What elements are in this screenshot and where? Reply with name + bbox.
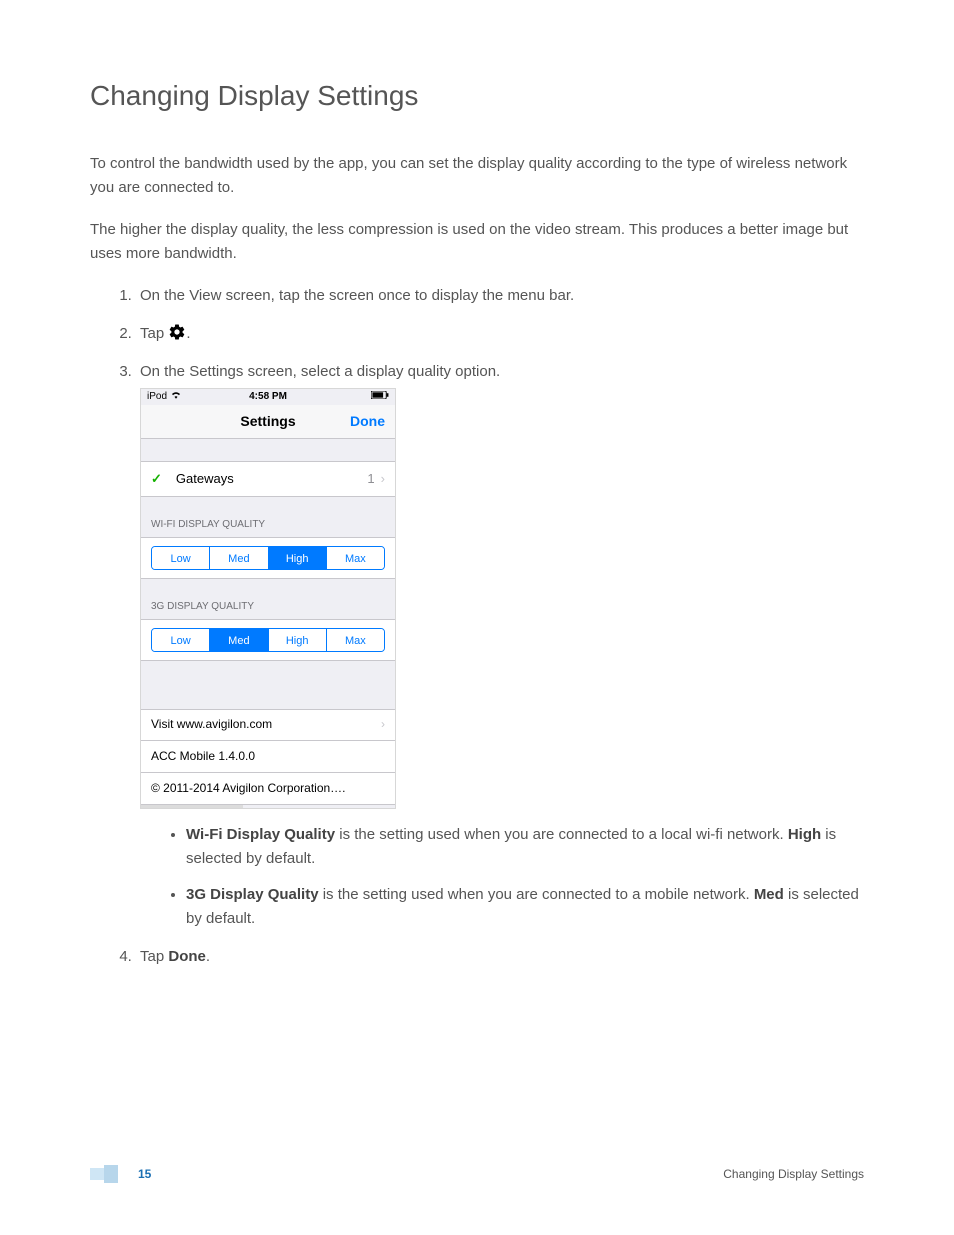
step-4-bold: Done <box>168 948 206 965</box>
bullet-wifi-mid: is the setting used when you are connect… <box>335 826 788 843</box>
g3-segment-wrap: Low Med High Max <box>141 619 395 661</box>
paragraph-1: To control the bandwidth used by the app… <box>90 152 864 200</box>
step-3-text: On the Settings screen, select a display… <box>140 363 500 380</box>
wifi-quality-header: WI-FI DISPLAY QUALITY <box>141 497 395 537</box>
gateways-row[interactable]: ✓ Gateways 1 › <box>141 461 395 497</box>
check-icon: ✓ <box>151 469 162 490</box>
page-number: 15 <box>138 1167 151 1181</box>
g3-seg-med[interactable]: Med <box>210 629 268 651</box>
bullet-3g-bold: 3G Display Quality <box>186 886 319 903</box>
wifi-seg-high[interactable]: High <box>269 547 327 569</box>
bullet-3g: 3G Display Quality is the setting used w… <box>186 883 864 931</box>
copyright-row: © 2011-2014 Avigilon Corporation…. <box>141 773 395 805</box>
steps-list: On the View screen, tap the screen once … <box>90 284 864 969</box>
wifi-icon <box>171 389 181 405</box>
step-1: On the View screen, tap the screen once … <box>136 284 864 308</box>
wifi-seg-med[interactable]: Med <box>210 547 268 569</box>
g3-seg-high[interactable]: High <box>269 629 327 651</box>
footer-decoration-icon <box>90 1165 118 1183</box>
g3-seg-max[interactable]: Max <box>327 629 384 651</box>
footer-section-title: Changing Display Settings <box>723 1167 864 1181</box>
step-3: On the Settings screen, select a display… <box>136 360 864 931</box>
battery-icon <box>371 389 389 405</box>
step-4: Tap Done. <box>136 945 864 969</box>
quality-bullets: Wi-Fi Display Quality is the setting use… <box>140 823 864 931</box>
chevron-right-icon: › <box>381 715 385 734</box>
gateways-count: 1 <box>367 469 374 490</box>
status-carrier: iPod <box>147 389 167 405</box>
document-page: Changing Display Settings To control the… <box>0 0 954 969</box>
page-title: Changing Display Settings <box>90 80 864 112</box>
visit-row[interactable]: Visit www.avigilon.com › <box>141 709 395 741</box>
gateways-label: Gateways <box>176 469 368 490</box>
step-2-prefix: Tap <box>140 325 168 342</box>
nav-bar: Settings Done <box>141 405 395 439</box>
step-4-suffix: . <box>206 948 210 965</box>
wifi-quality-segment: Low Med High Max <box>151 546 385 570</box>
status-bar: iPod 4:58 PM <box>141 389 395 405</box>
version-label: ACC Mobile 1.4.0.0 <box>151 747 385 766</box>
page-footer: 15 Changing Display Settings <box>0 1165 954 1183</box>
bullet-wifi-bold: Wi-Fi Display Quality <box>186 826 335 843</box>
bullet-3g-bold2: Med <box>754 886 784 903</box>
status-time: 4:58 PM <box>228 389 309 405</box>
nav-title: Settings <box>141 410 395 432</box>
step-2: Tap . <box>136 322 864 346</box>
scroll-indicator <box>141 805 243 808</box>
phone-settings-mock: iPod 4:58 PM Settings Done ✓ Gateways <box>140 388 396 809</box>
g3-quality-segment: Low Med High Max <box>151 628 385 652</box>
bullet-3g-mid: is the setting used when you are connect… <box>319 886 754 903</box>
wifi-seg-max[interactable]: Max <box>327 547 384 569</box>
step-2-suffix: . <box>186 325 190 342</box>
chevron-right-icon: › <box>381 469 385 490</box>
g3-quality-header: 3G DISPLAY QUALITY <box>141 579 395 619</box>
phone-footer-rows: Visit www.avigilon.com › ACC Mobile 1.4.… <box>141 709 395 805</box>
visit-label: Visit www.avigilon.com <box>151 715 381 734</box>
wifi-segment-wrap: Low Med High Max <box>141 537 395 579</box>
paragraph-2: The higher the display quality, the less… <box>90 218 864 266</box>
version-row: ACC Mobile 1.4.0.0 <box>141 741 395 773</box>
bullet-wifi-bold2: High <box>788 826 821 843</box>
g3-seg-low[interactable]: Low <box>152 629 210 651</box>
bullet-wifi: Wi-Fi Display Quality is the setting use… <box>186 823 864 871</box>
copyright-label: © 2011-2014 Avigilon Corporation…. <box>151 779 385 798</box>
step-4-prefix: Tap <box>140 948 168 965</box>
gear-icon <box>168 325 186 342</box>
wifi-seg-low[interactable]: Low <box>152 547 210 569</box>
